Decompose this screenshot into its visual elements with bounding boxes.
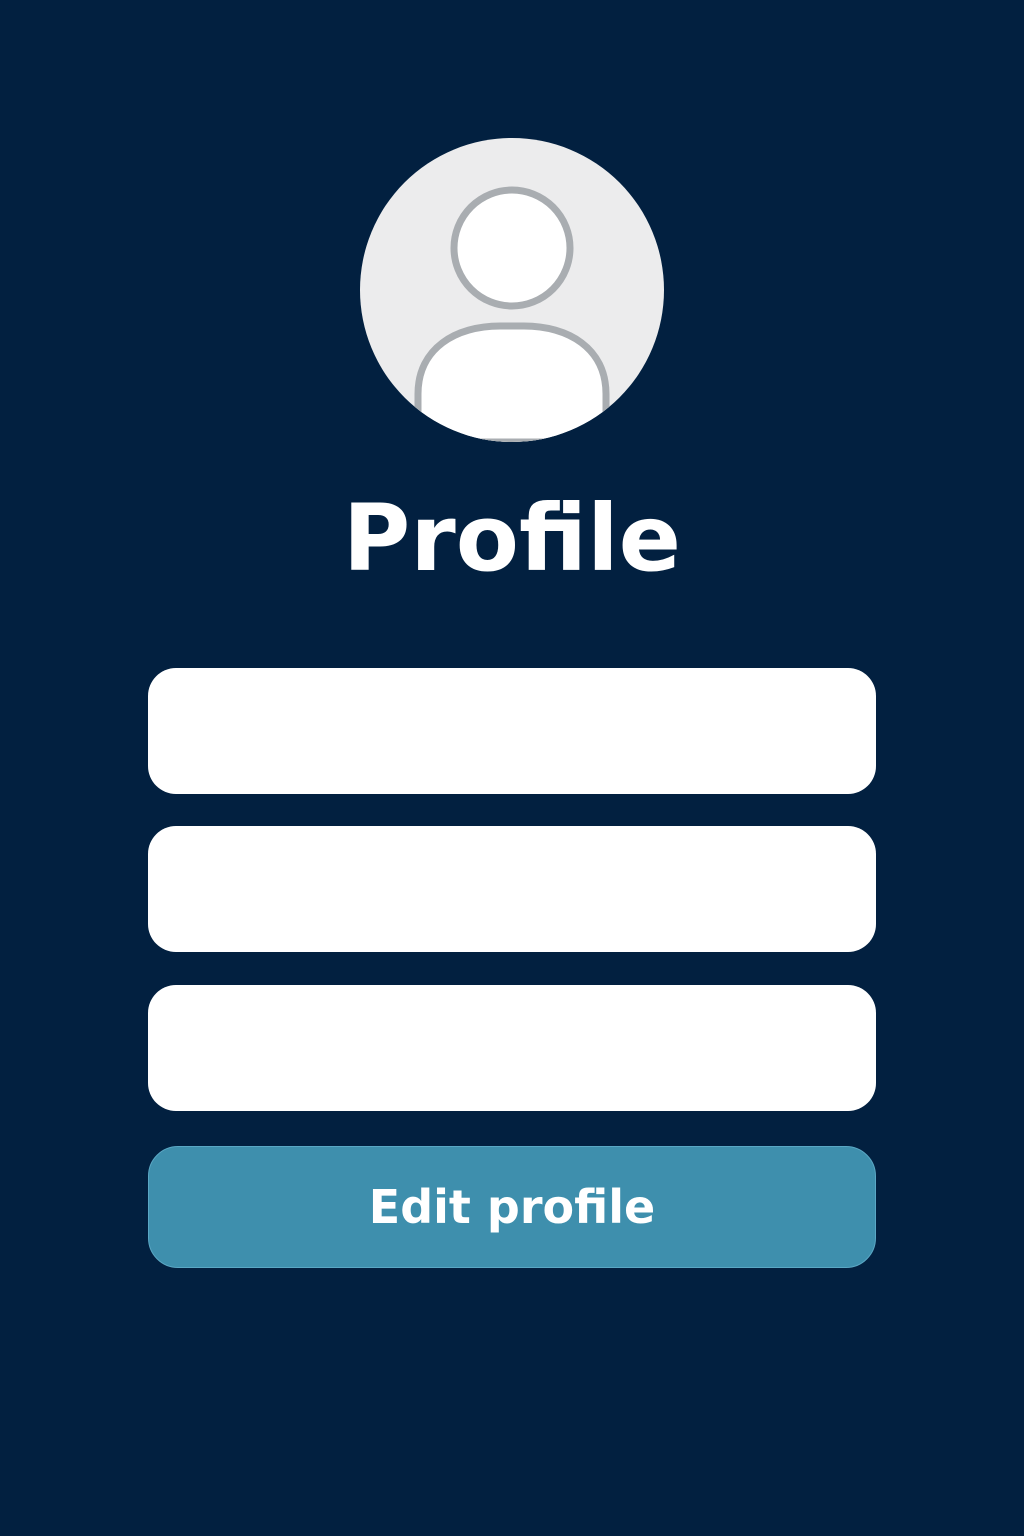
user-placeholder-icon	[414, 186, 610, 442]
profile-field-3[interactable]	[148, 985, 876, 1111]
profile-field-2[interactable]	[148, 826, 876, 952]
page-title: Profile	[342, 485, 682, 592]
avatar	[360, 138, 664, 442]
edit-profile-button[interactable]: Edit profile	[148, 1146, 876, 1268]
profile-field-1[interactable]	[148, 668, 876, 794]
